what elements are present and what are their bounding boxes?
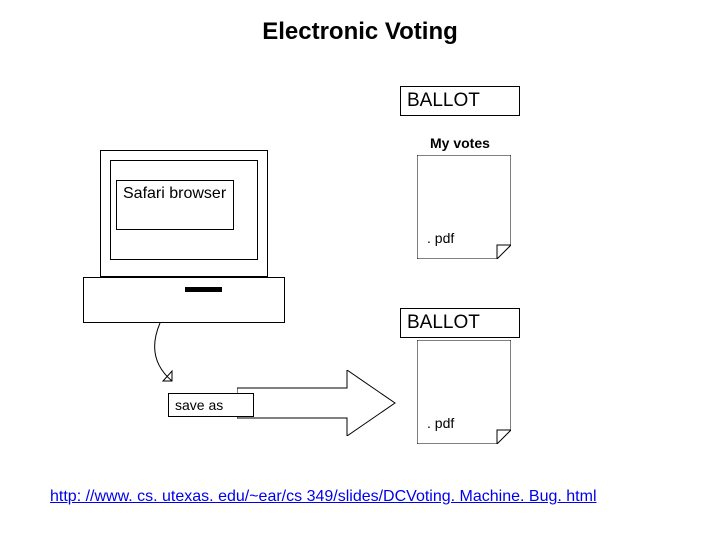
computer-drive-slot-icon <box>185 287 222 292</box>
source-link[interactable]: http: //www. cs. utexas. edu/~ear/cs 349… <box>50 488 597 506</box>
doc1-extension-label: . pdf <box>427 230 454 246</box>
ballot-heading-2: BALLOT <box>400 308 520 338</box>
ballot-heading-1: BALLOT <box>400 86 520 116</box>
big-right-arrow-icon <box>237 370 397 441</box>
computer-base-icon <box>83 277 285 323</box>
safari-browser-label: Safari browser <box>116 180 234 230</box>
my-votes-label: My votes <box>430 135 490 151</box>
save-as-label: save as <box>168 393 254 417</box>
slide-title: Electronic Voting <box>0 18 720 46</box>
doc2-extension-label: . pdf <box>427 415 454 431</box>
